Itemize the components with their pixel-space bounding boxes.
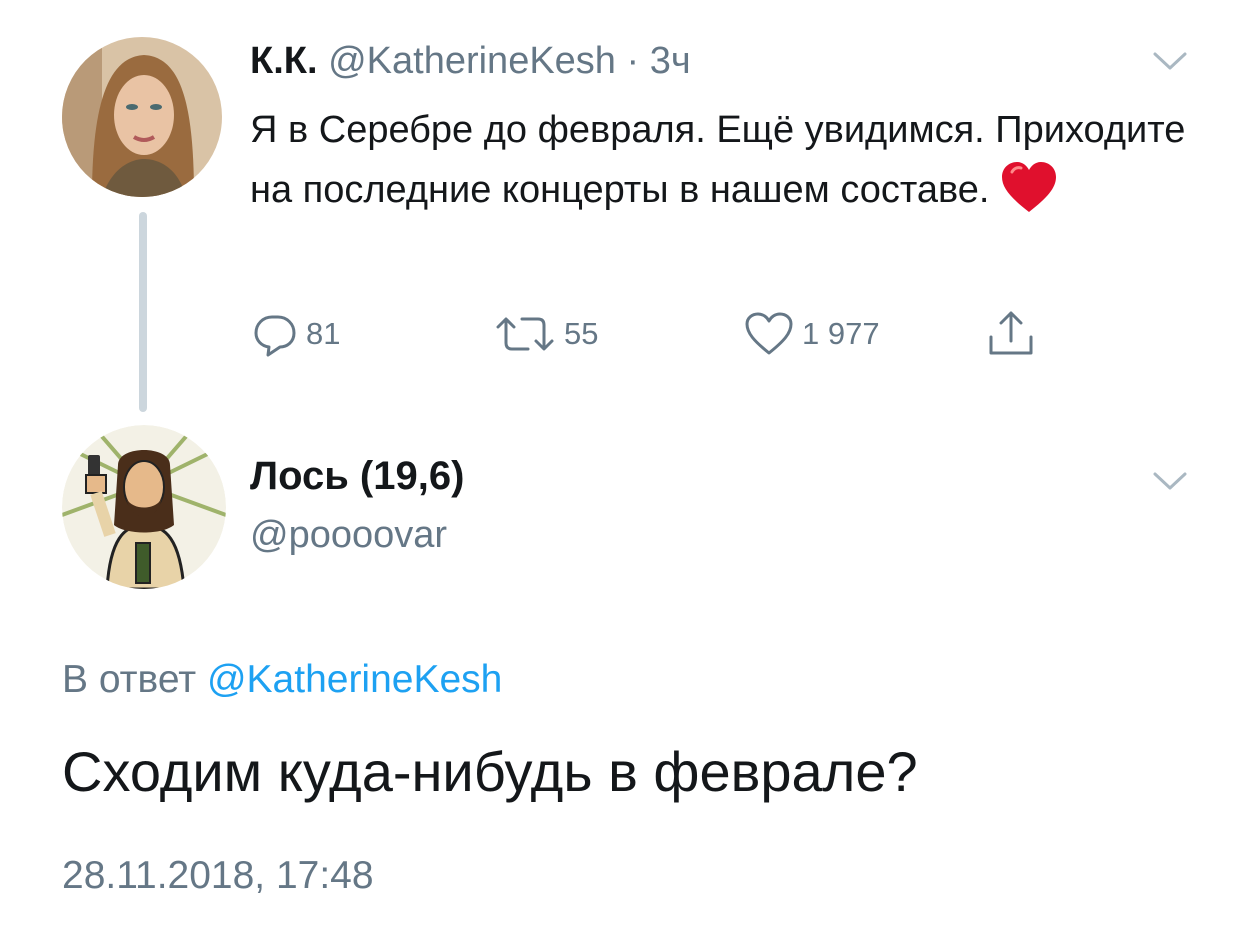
share-button[interactable] bbox=[986, 310, 1036, 358]
reply-to-prefix: В ответ bbox=[62, 658, 197, 701]
tweet2-text: Сходим куда-нибудь в феврале? bbox=[62, 740, 918, 803]
avatar-katherinekesh[interactable] bbox=[62, 37, 222, 197]
chevron-down-icon[interactable] bbox=[1152, 470, 1188, 492]
tweet2-timestamp[interactable]: 28.11.2018, 17:48 bbox=[62, 852, 374, 900]
tweet1-timestamp[interactable]: 3ч bbox=[650, 40, 691, 82]
retweet-count: 55 bbox=[564, 316, 599, 351]
retweet-icon bbox=[496, 317, 554, 351]
thread-connector-line bbox=[139, 212, 147, 412]
reply-button[interactable]: 81 bbox=[252, 310, 340, 358]
like-button[interactable]: 1 977 bbox=[744, 310, 880, 358]
reply-to-mention-link[interactable]: @KatherineKesh bbox=[207, 658, 502, 701]
like-count: 1 977 bbox=[802, 316, 880, 351]
tweet1-author-name[interactable]: К.К. bbox=[250, 40, 318, 82]
reply-to-line: В ответ @KatherineKesh bbox=[62, 656, 502, 704]
share-icon bbox=[989, 311, 1033, 355]
retweet-button[interactable]: 55 bbox=[494, 310, 598, 358]
avatar-poooovar[interactable] bbox=[62, 425, 226, 589]
tweet1-text-container: Я в Серебре до февраля. Ещё увидимся. Пр… bbox=[250, 100, 1210, 220]
reply-count: 81 bbox=[306, 316, 341, 351]
chevron-down-icon[interactable] bbox=[1152, 50, 1188, 72]
tweet1-header: К.К. @KatherineKesh · 3ч bbox=[250, 38, 691, 84]
tweet1-separator: · bbox=[626, 40, 640, 82]
tweet2-author-name[interactable]: Лось (19,6) bbox=[250, 452, 464, 500]
reply-icon bbox=[254, 315, 296, 357]
tweet1-author-handle[interactable]: @KatherineKesh bbox=[328, 40, 616, 82]
tweet2-author-handle[interactable]: @poooovar bbox=[250, 512, 447, 558]
heart-emoji-icon bbox=[1002, 162, 1057, 212]
like-icon bbox=[745, 312, 793, 355]
